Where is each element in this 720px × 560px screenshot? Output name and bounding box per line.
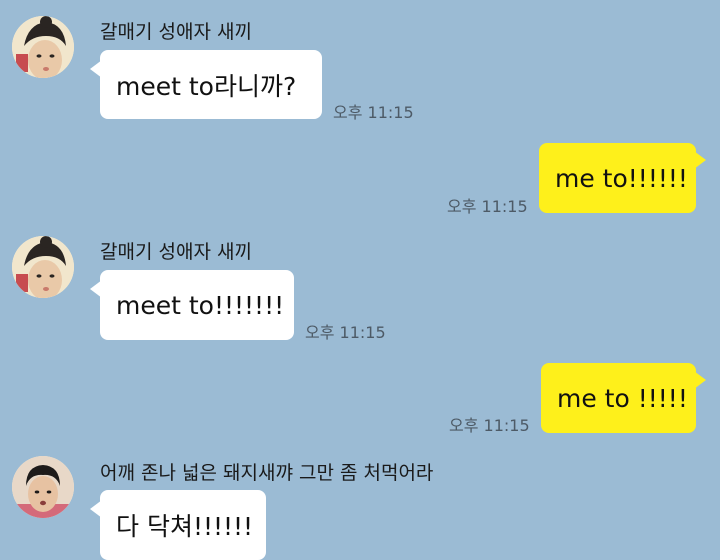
sender-name: 갈매기 성애자 새끼 [100,241,252,263]
sender-avatar[interactable] [12,456,74,518]
outgoing-message-bubble[interactable]: me to !!!!! [541,363,706,433]
message-time: 오후 11:15 [449,416,530,435]
sender-name: 어깨 존나 넓은 돼지새꺄 그만 좀 처먹어라 [100,462,434,484]
message-time: 오후 11:15 [333,103,414,122]
profile-photo-icon [12,16,74,78]
message-time: 오후 11:15 [447,197,528,216]
message-time: 오후 11:15 [305,323,386,342]
incoming-message-bubble[interactable]: 다 닥쳐!!!!!! [90,490,266,560]
sender-name: 갈매기 성애자 새끼 [100,21,252,43]
sender-avatar[interactable] [12,236,74,298]
outgoing-message-bubble[interactable]: me to!!!!!! [539,143,706,213]
incoming-message-bubble[interactable]: meet to!!!!!!! [90,270,294,340]
incoming-message-bubble[interactable]: meet to라니까? [90,50,322,119]
profile-photo-icon [12,236,74,298]
profile-photo-icon [12,456,74,518]
sender-avatar[interactable] [12,16,74,78]
